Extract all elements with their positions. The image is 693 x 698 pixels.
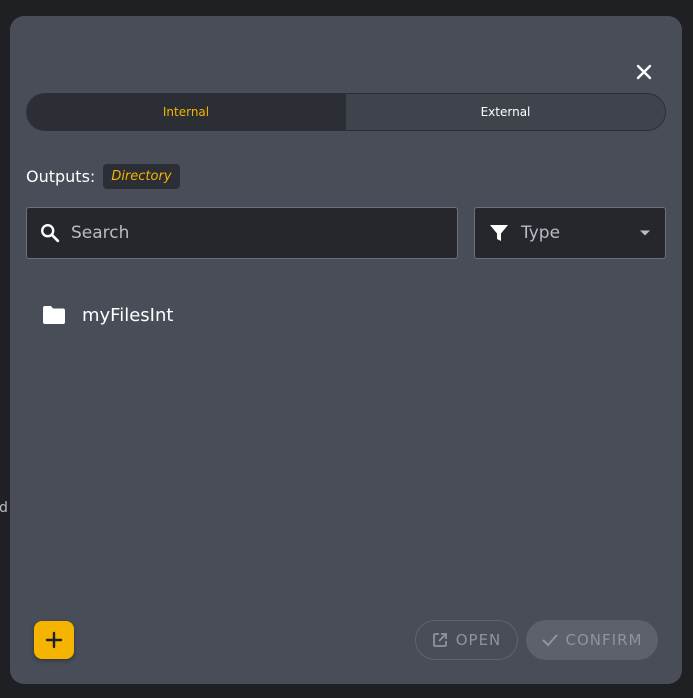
file-list: myFilesInt <box>26 294 666 336</box>
tab-internal[interactable]: Internal <box>27 94 346 130</box>
type-filter-label: Type <box>521 223 561 243</box>
output-type-badge: Directory <box>103 164 180 189</box>
close-icon <box>636 64 652 80</box>
check-icon <box>542 634 558 647</box>
close-button[interactable] <box>632 60 656 84</box>
plus-icon <box>45 631 63 649</box>
search-field <box>26 207 458 259</box>
background-text-fragment: d <box>0 500 8 516</box>
chevron-down-icon <box>640 230 650 236</box>
outputs-row: Outputs: Directory <box>26 164 180 189</box>
type-filter-select[interactable]: Type <box>474 207 666 259</box>
search-input[interactable] <box>71 223 431 243</box>
file-picker-dialog: Internal External Outputs: Directory Typ… <box>10 16 682 684</box>
open-in-new-icon <box>432 633 447 647</box>
open-button[interactable]: OPEN <box>415 620 518 660</box>
search-icon <box>41 224 60 243</box>
file-name: myFilesInt <box>82 304 174 326</box>
confirm-button[interactable]: CONFIRM <box>526 620 658 660</box>
folder-icon <box>43 306 65 324</box>
outputs-label: Outputs: <box>26 167 96 186</box>
tab-external[interactable]: External <box>346 94 665 130</box>
list-item[interactable]: myFilesInt <box>26 294 666 336</box>
add-button[interactable] <box>34 621 74 659</box>
open-label: OPEN <box>455 631 502 649</box>
confirm-label: CONFIRM <box>565 631 643 649</box>
source-tabs: Internal External <box>26 93 666 131</box>
filter-icon <box>490 225 508 241</box>
